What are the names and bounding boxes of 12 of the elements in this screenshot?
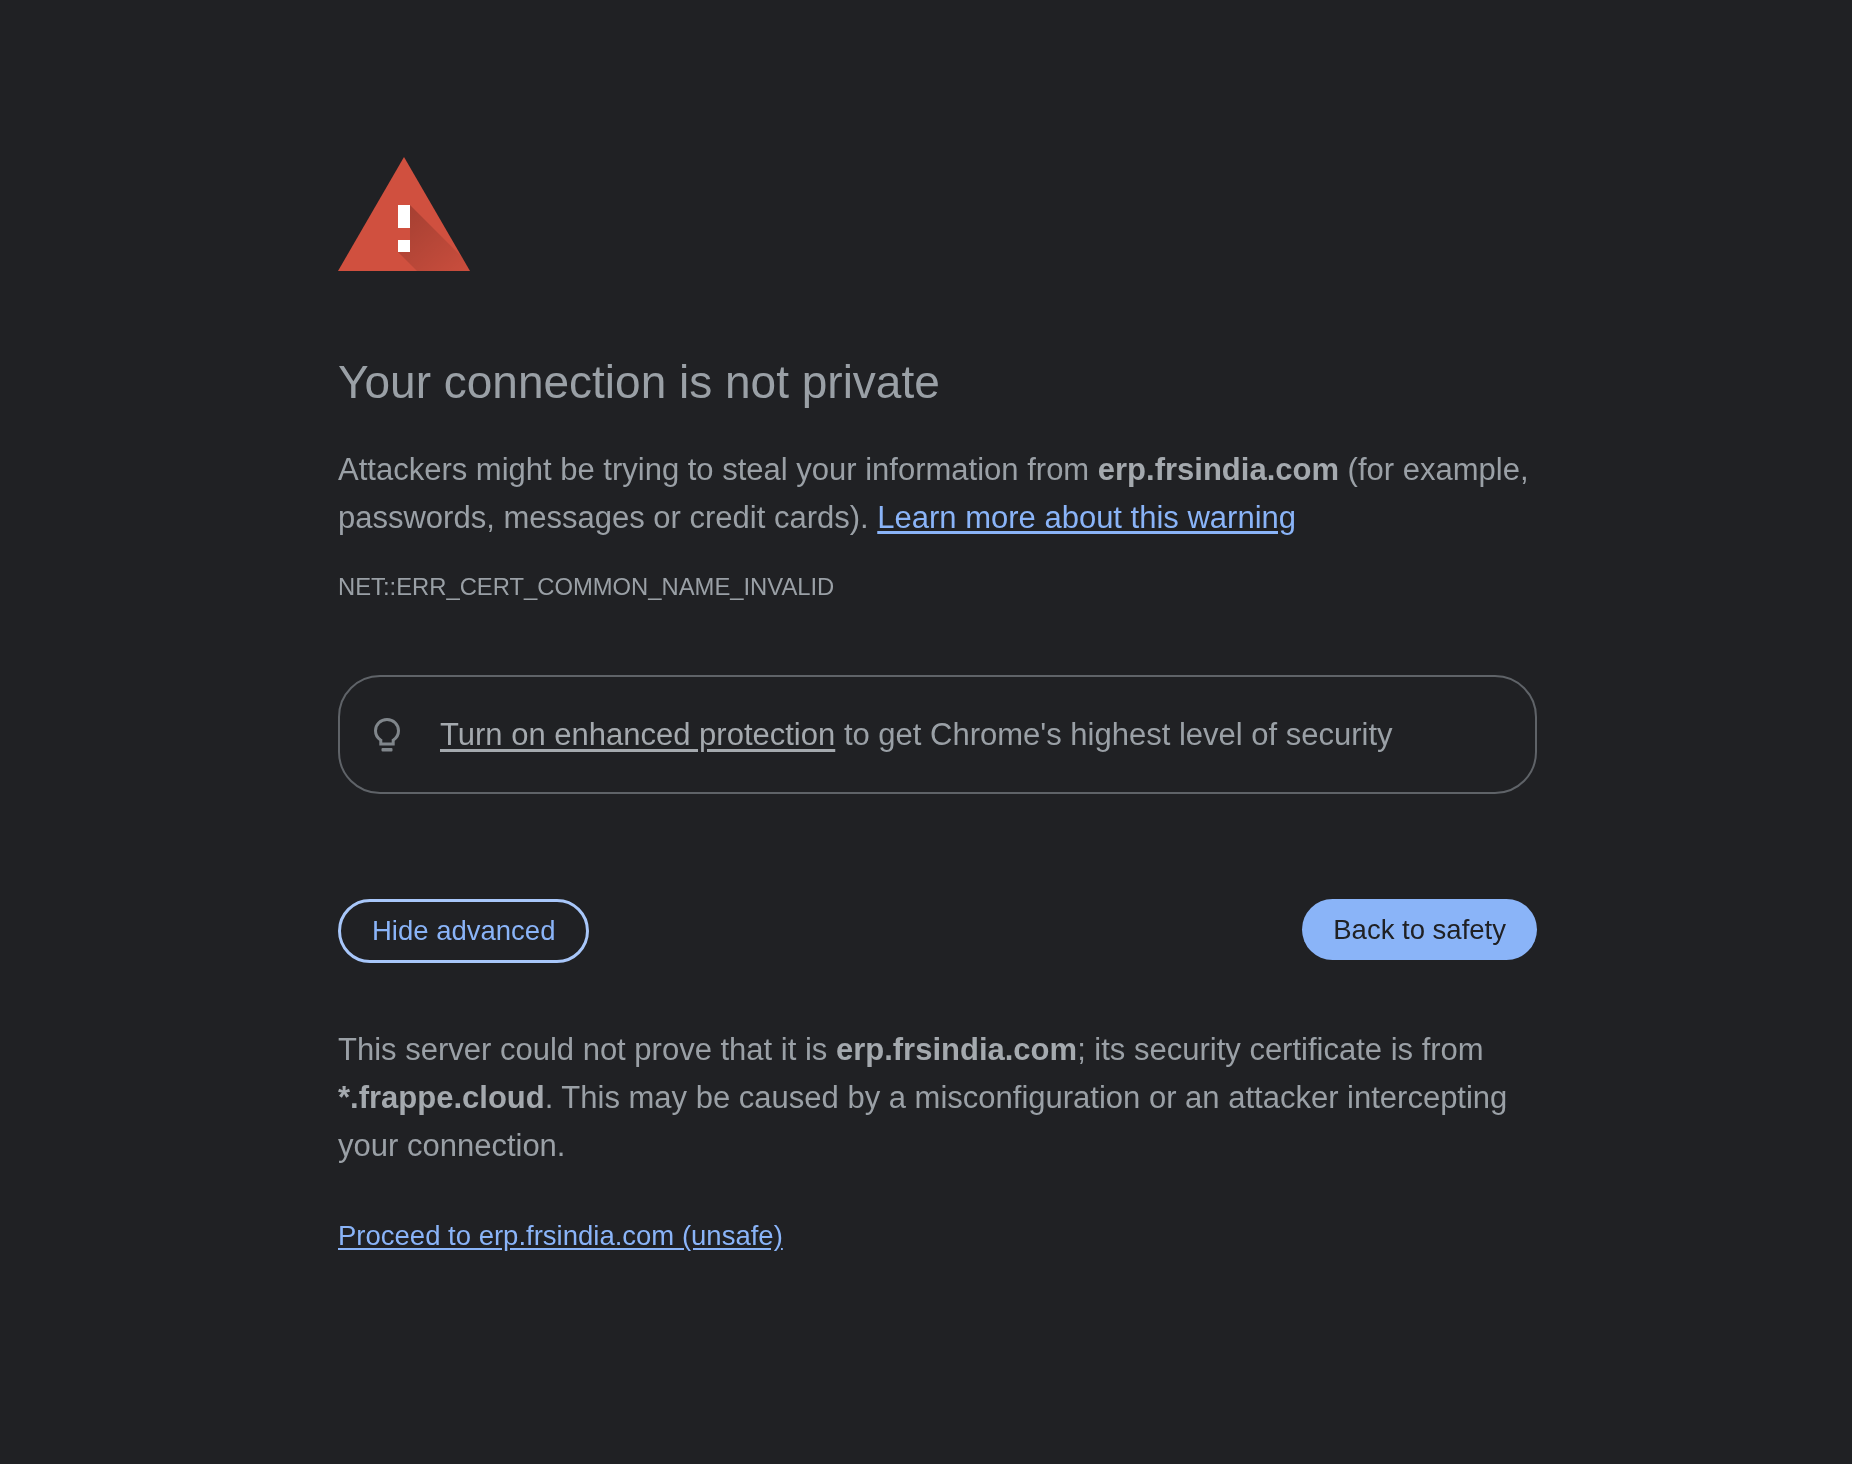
advanced-toggle-button[interactable]: Hide advanced — [338, 899, 590, 963]
page-heading: Your connection is not private — [338, 355, 941, 410]
enhanced-protection-message: Turn on enhanced protection to get Chrome's highest level of security — [440, 715, 1393, 754]
error-code: NET::ERR_CERT_COMMON_NAME_INVALID — [338, 572, 836, 602]
warning-message: Attackers might be trying to steal your information from erp.frsindia.com (for example, passwords, messages or credit cards). Learn more about this warning — [338, 451, 1530, 537]
learn-more-link[interactable]: Learn more about this warning — [877, 500, 1296, 535]
warning-triangle-icon — [338, 157, 470, 271]
proceed-link[interactable]: Proceed to erp.frsindia.com (unsafe) — [338, 1212, 783, 1260]
lightbulb-icon — [373, 716, 401, 753]
enhanced-protection-link[interactable]: Turn on enhanced protection — [440, 716, 836, 752]
back-button[interactable]: Back to safety — [1302, 899, 1537, 960]
certificate-details: This server could not prove that it is erp.frsindia.com; its security certificate is from *.frappe.cloud. This may be caused by a misconfiguration or an attacker intercepting your connection. — [338, 1031, 1509, 1165]
